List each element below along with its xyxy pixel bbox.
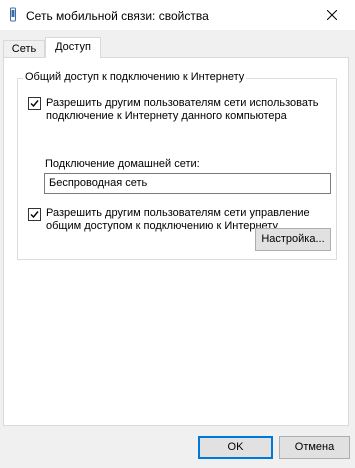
home-connection-field[interactable]: Беспроводная сеть (44, 173, 331, 194)
tab-network[interactable]: Сеть (3, 40, 45, 57)
tab-network-label: Сеть (11, 43, 37, 55)
allow-control-checkbox[interactable] (28, 208, 41, 221)
allow-users-label-line2[interactable]: подключение к Интернету данного компьюте… (46, 110, 287, 123)
home-connection-label: Подключение домашней сети: (45, 158, 200, 170)
checkmark-icon (30, 100, 39, 108)
cancel-button[interactable]: Отмена (279, 436, 350, 459)
allow-control-label-line1[interactable]: Разрешить другим пользователям сети упра… (46, 207, 310, 220)
title-bar[interactable]: Сеть мобильной связи: свойства (0, 0, 355, 30)
settings-button[interactable]: Настройка... (255, 228, 331, 251)
allow-users-checkbox[interactable] (28, 97, 41, 110)
tab-sharing[interactable]: Доступ (45, 37, 101, 58)
sharing-group: Общий доступ к подключению к Интернету Р… (17, 71, 337, 260)
allow-users-label-line1[interactable]: Разрешить другим пользователям сети испо… (46, 97, 319, 110)
tab-sharing-label: Доступ (55, 41, 91, 53)
window-title: Сеть мобильной связи: свойства (26, 9, 209, 23)
group-title: Общий доступ к подключению к Интернету (23, 71, 247, 83)
tab-panel: Общий доступ к подключению к Интернету Р… (3, 57, 349, 426)
mobile-network-icon (10, 7, 16, 22)
close-button[interactable] (309, 0, 355, 30)
ok-button[interactable]: OK (198, 436, 273, 459)
checkmark-icon (30, 211, 39, 219)
allow-control-label-line2[interactable]: общим доступом к подключению к Интернету (46, 220, 278, 233)
close-icon (327, 10, 337, 20)
